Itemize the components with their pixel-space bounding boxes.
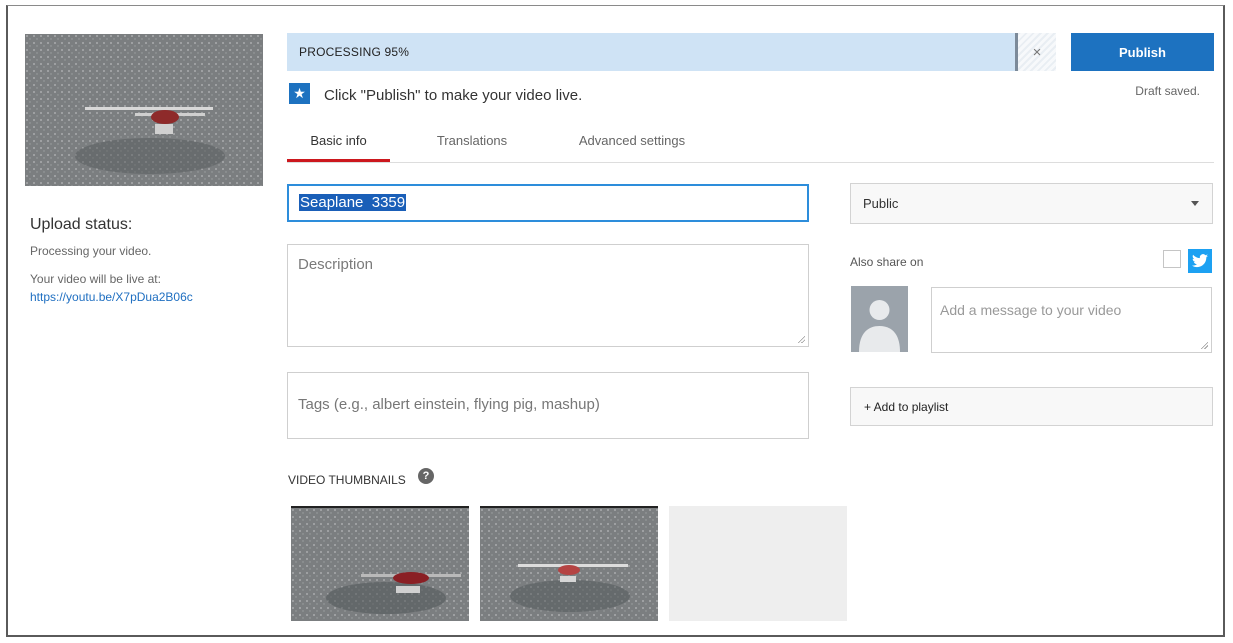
also-share-label: Also share on <box>850 255 924 269</box>
video-url-link[interactable]: https://youtu.be/X7pDua2B06c <box>30 290 193 304</box>
tab-bar: Basic info Translations Advanced setting… <box>287 120 1214 163</box>
thumbnail-option-2[interactable] <box>480 506 658 621</box>
share-message-placeholder: Add a message to your video <box>940 302 1122 318</box>
close-icon: × <box>1032 43 1042 61</box>
thumbnail-option-3[interactable] <box>669 506 847 621</box>
thumbnail-option-1[interactable] <box>291 506 469 621</box>
cancel-processing-button[interactable]: × <box>1015 33 1056 71</box>
publish-hint: Click "Publish" to make your video live. <box>324 87 583 104</box>
upload-processing-text: Processing your video. <box>30 244 152 258</box>
video-thumbnails-label: VIDEO THUMBNAILS <box>288 473 406 487</box>
draft-status: Draft saved. <box>1135 84 1200 98</box>
chevron-down-icon <box>1191 201 1199 206</box>
upload-live-at-text: Your video will be live at: <box>30 272 161 286</box>
share-message-field[interactable]: Add a message to your video <box>931 287 1212 353</box>
tab-advanced-settings[interactable]: Advanced settings <box>552 120 712 161</box>
progress-label: PROCESSING 95% <box>299 45 410 59</box>
tab-basic-info[interactable]: Basic info <box>287 120 390 162</box>
star-icon: ★ <box>289 83 310 104</box>
tab-translations[interactable]: Translations <box>407 120 537 161</box>
title-input[interactable]: Seaplane 3359 <box>287 184 809 222</box>
twitter-icon <box>1188 249 1212 273</box>
avatar <box>851 286 908 352</box>
title-value: Seaplane 3359 <box>299 194 407 211</box>
resize-grip-icon[interactable] <box>797 335 805 343</box>
help-icon[interactable]: ? <box>418 468 434 484</box>
twitter-share-checkbox[interactable] <box>1163 250 1181 268</box>
publish-button[interactable]: Publish <box>1071 33 1214 71</box>
upload-status-title: Upload status: <box>30 216 133 233</box>
video-preview <box>25 34 263 186</box>
visibility-select[interactable]: Public <box>850 183 1213 224</box>
description-field[interactable]: Description <box>287 244 809 347</box>
add-to-playlist-button[interactable]: + Add to playlist <box>850 387 1213 426</box>
description-placeholder: Description <box>298 256 374 273</box>
resize-grip-icon[interactable] <box>1200 341 1208 349</box>
tags-placeholder: Tags (e.g., albert einstein, flying pig,… <box>298 396 600 413</box>
processing-progress-bar: PROCESSING 95% <box>287 33 1056 71</box>
tags-field[interactable]: Tags (e.g., albert einstein, flying pig,… <box>287 372 809 439</box>
visibility-value: Public <box>863 196 899 211</box>
